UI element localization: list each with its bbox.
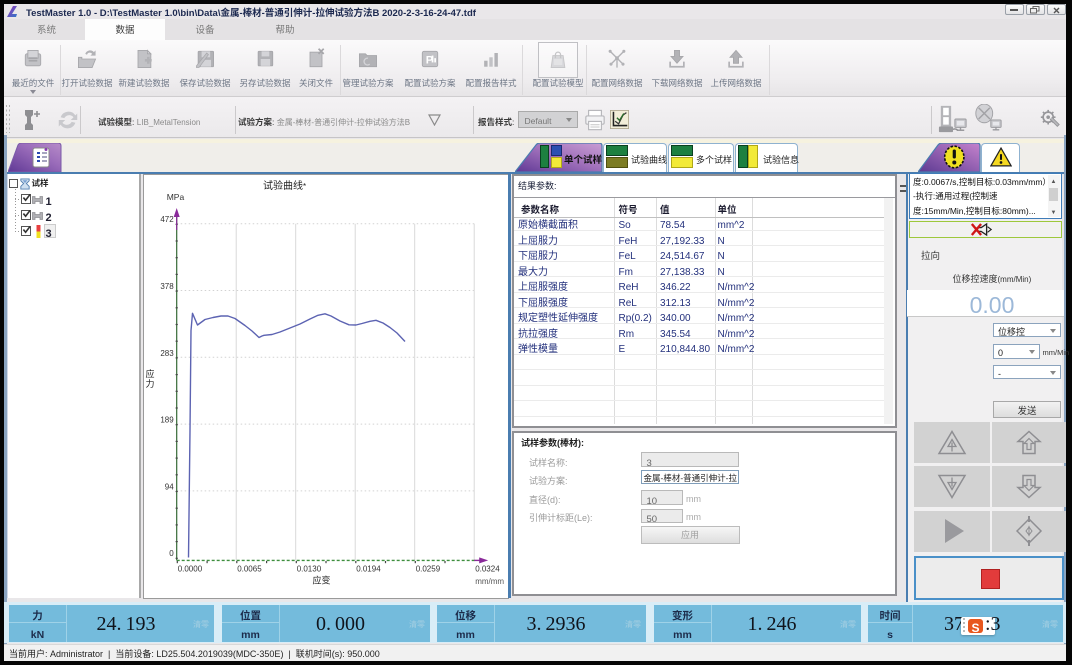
svg-text:472: 472: [160, 215, 174, 224]
svg-text:0.0259: 0.0259: [416, 564, 441, 573]
svg-text:378: 378: [160, 282, 174, 291]
svg-text:189: 189: [160, 415, 174, 424]
svg-text:0.0324: 0.0324: [475, 564, 500, 573]
svg-text:0.0000: 0.0000: [178, 564, 203, 573]
svg-text:力: 力: [146, 377, 155, 390]
svg-text:试验曲线*: 试验曲线*: [263, 177, 306, 192]
svg-text:mm/mm: mm/mm: [475, 576, 504, 585]
svg-text:0: 0: [169, 549, 174, 558]
svg-text:0.0130: 0.0130: [297, 564, 322, 573]
svg-text:94: 94: [165, 482, 174, 491]
svg-text:0.0194: 0.0194: [356, 564, 381, 573]
svg-text:应变: 应变: [313, 573, 331, 586]
svg-text:MPa: MPa: [167, 192, 185, 202]
svg-text:283: 283: [160, 348, 174, 357]
svg-text:0.0065: 0.0065: [237, 564, 262, 573]
